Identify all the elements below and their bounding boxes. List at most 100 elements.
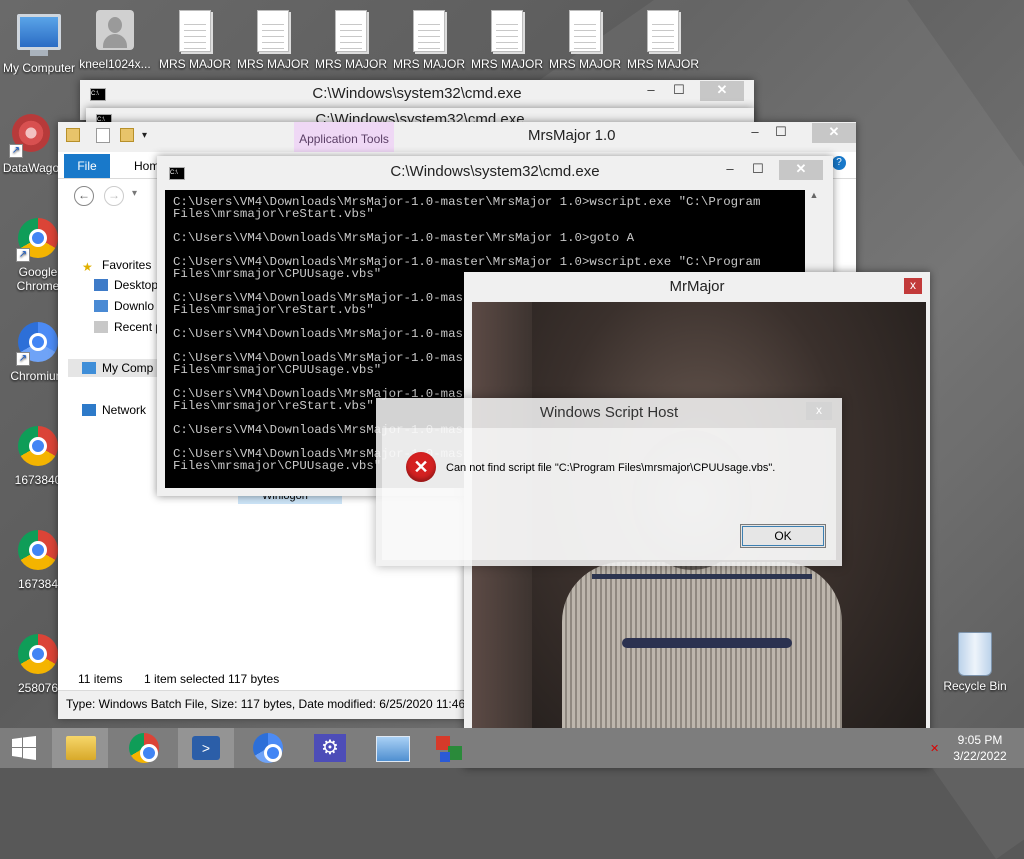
text-document-icon <box>329 10 373 54</box>
windows-logo-icon <box>12 736 36 760</box>
shortcut-arrow-icon: ↗ <box>16 248 30 262</box>
close-button[interactable]: ✕ <box>700 81 744 101</box>
doll-collar <box>592 574 812 605</box>
text-document-icon <box>485 10 529 54</box>
close-button[interactable]: ✕ <box>779 160 823 180</box>
taskbar-chromium[interactable] <box>240 728 296 768</box>
doll-sash <box>622 638 792 648</box>
nav-favorites[interactable]: ★ Favorites <box>82 256 151 274</box>
script-host-dialog[interactable]: Windows Script Host x ✕ Can not find scr… <box>376 398 842 566</box>
nav-recent-places[interactable]: Recent p <box>94 318 162 336</box>
desktop-icon-mrs-major-3[interactable]: MRS MAJOR <box>312 10 390 71</box>
nav-label: Network <box>102 403 147 417</box>
tray-alert-icon[interactable]: ✕ <box>930 742 939 755</box>
taskbar-control-panel[interactable] <box>364 728 420 768</box>
taskbar-settings[interactable]: ⚙ <box>302 728 358 768</box>
desktop-icon-label: MRS MAJOR <box>549 57 621 71</box>
desktop-icon-label: kneel1024x... <box>79 57 151 71</box>
text-document-icon <box>563 10 607 54</box>
taskbar-clock[interactable]: 9:05 PM 3/22/2022 <box>940 732 1020 764</box>
chrome-icon <box>16 426 60 470</box>
nav-label: Downlo <box>114 299 155 313</box>
shortcut-arrow-icon: ↗ <box>16 352 30 366</box>
maximize-button[interactable]: ☐ <box>666 81 692 101</box>
details-pane-text: Type: Windows Batch File, Size: 117 byte… <box>66 697 486 711</box>
nav-downloads[interactable]: Downlo <box>94 297 154 315</box>
ok-button[interactable]: OK <box>740 524 826 548</box>
help-icon[interactable]: ? <box>832 156 846 170</box>
status-selection: 1 item selected 117 bytes <box>144 672 280 686</box>
minimize-button[interactable]: – <box>717 160 743 180</box>
gear-icon: ⚙ <box>314 734 346 762</box>
maximize-button[interactable]: ☐ <box>745 160 771 180</box>
desktop-icon-label: DataWago <box>2 161 60 175</box>
desktop-icon-mrs-major-2[interactable]: MRS MAJOR <box>234 10 312 71</box>
dialog-titlebar[interactable]: Windows Script Host x <box>376 398 842 428</box>
maximize-button[interactable]: ☐ <box>768 123 794 143</box>
close-button[interactable]: ✕ <box>812 123 856 143</box>
text-document-icon <box>641 10 685 54</box>
user-image-icon <box>93 10 137 54</box>
taskbar: > ⚙ ✕ 9:05 PM 3/22/2022 <box>0 728 1024 768</box>
desktop-icon-mrs-major-4[interactable]: MRS MAJOR <box>390 10 468 71</box>
desktop-icon-my-computer[interactable]: My Computer <box>0 10 78 75</box>
cmd-window-front-titlebar[interactable]: C:\ C:\Windows\system32\cmd.exe – ☐ ✕ <box>157 156 833 188</box>
desktop-folder-icon <box>94 279 108 291</box>
forward-arrow-icon[interactable]: → <box>104 186 124 206</box>
taskbar-app-blocks[interactable] <box>426 728 482 768</box>
control-panel-icon <box>376 736 410 762</box>
desktop-icon-image-file[interactable]: kneel1024x... <box>76 10 154 71</box>
desktop-icon-datawago[interactable]: ↗ DataWago <box>0 114 62 175</box>
start-button[interactable] <box>0 728 48 768</box>
desktop-icon-label: MRS MAJOR <box>393 57 465 71</box>
desktop-icon-recycle-bin[interactable]: Recycle Bin <box>936 632 1014 693</box>
chrome-icon <box>16 634 60 678</box>
scroll-up-arrow-icon[interactable]: ▲ <box>805 190 823 200</box>
desktop-icon-label: Recycle Bin <box>943 679 1007 693</box>
desktop-icon-mrs-major-1[interactable]: MRS MAJOR <box>156 10 234 71</box>
minimize-button[interactable]: – <box>742 123 768 143</box>
desktop-icon-label: MRS MAJOR <box>471 57 543 71</box>
desktop-icon-mrs-major-7[interactable]: MRS MAJOR <box>624 10 702 71</box>
properties-icon[interactable] <box>96 128 110 143</box>
contextual-tab-application-tools[interactable]: Application Tools <box>294 122 394 152</box>
nav-label: My Comp <box>102 361 154 375</box>
quick-access-dropdown-icon[interactable]: ▾ <box>142 122 147 150</box>
text-document-icon <box>173 10 217 54</box>
computer-icon <box>82 362 96 374</box>
nav-desktop[interactable]: Desktop <box>94 276 158 294</box>
desktop-icon-mrs-major-6[interactable]: MRS MAJOR <box>546 10 624 71</box>
clock-time: 9:05 PM <box>957 733 1003 747</box>
desktop-icon-mrs-major-5[interactable]: MRS MAJOR <box>468 10 546 71</box>
error-icon: ✕ <box>406 452 436 482</box>
network-icon <box>82 404 96 416</box>
new-folder-icon[interactable] <box>120 128 134 142</box>
window-title: C:\Windows\system32\cmd.exe <box>390 163 600 180</box>
datawago-icon: ↗ <box>9 114 53 158</box>
close-button[interactable]: x <box>904 278 922 294</box>
close-button[interactable]: x <box>806 402 832 420</box>
taskbar-file-explorer[interactable] <box>52 728 108 768</box>
desktop-icon-label: MRS MAJOR <box>237 57 309 71</box>
minimize-button[interactable]: – <box>638 81 664 101</box>
dialog-message: Can not find script file "C:\Program Fil… <box>446 462 776 474</box>
ribbon-tab-file[interactable]: File <box>64 154 110 178</box>
cmd-window-back-titlebar[interactable]: C:\ C:\Windows\system32\cmd.exe – ☐ ✕ <box>80 80 754 108</box>
taskbar-powershell[interactable]: > <box>178 728 234 768</box>
computer-icon <box>17 14 61 58</box>
mrmajor-titlebar[interactable]: MrMajor x <box>464 272 930 302</box>
chrome-icon: ↗ <box>16 218 60 262</box>
nav-network[interactable]: Network <box>82 401 146 419</box>
back-arrow-icon[interactable]: ← <box>74 186 94 206</box>
star-icon: ★ <box>82 260 93 274</box>
shortcut-arrow-icon: ↗ <box>9 144 23 158</box>
desktop-icon-label: MRS MAJOR <box>159 57 231 71</box>
ribbon-tab-home[interactable]: Hom <box>134 154 159 178</box>
window-title: MrMajor <box>669 278 725 295</box>
chromium-icon <box>253 733 283 763</box>
taskbar-chrome[interactable] <box>116 728 172 768</box>
recent-locations-dropdown-icon[interactable]: ▾ <box>132 188 137 199</box>
powershell-icon: > <box>192 736 220 760</box>
recycle-bin-icon <box>953 632 997 676</box>
explorer-titlebar[interactable]: ▾ Application Tools MrsMajor 1.0 – ☐ ✕ <box>58 122 856 152</box>
